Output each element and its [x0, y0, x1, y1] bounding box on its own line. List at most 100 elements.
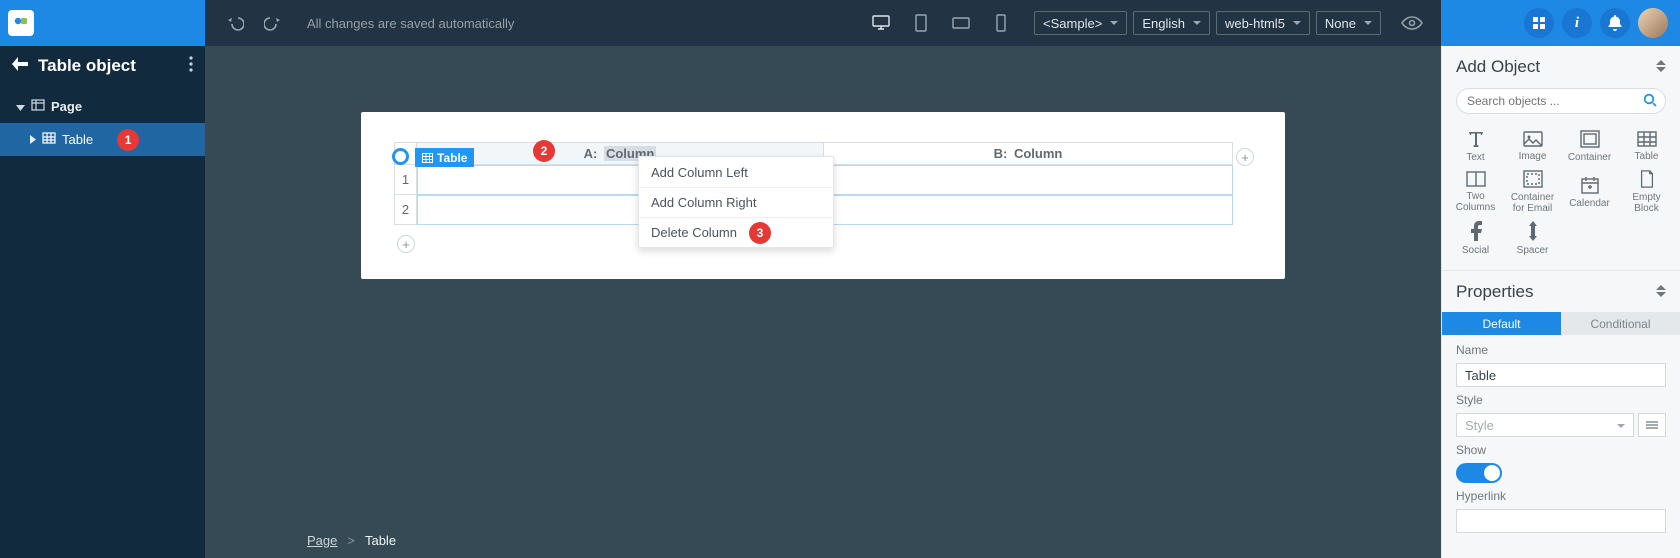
sample-dropdown[interactable]: <Sample>	[1034, 11, 1127, 35]
tab-conditional[interactable]: Conditional	[1561, 312, 1680, 335]
object-two-columns[interactable]: Two Columns	[1448, 170, 1503, 214]
page-canvas[interactable]: Table 2 A: Column B: Col	[361, 112, 1285, 279]
selected-object-tag-label: Table	[437, 151, 467, 165]
object-image-label: Image	[1519, 151, 1547, 162]
row-header-1[interactable]: 1	[395, 165, 417, 195]
topbar: All changes are saved automatically <Sam…	[0, 0, 1680, 46]
prop-name-input[interactable]	[1456, 363, 1666, 387]
sample-dropdown-label: <Sample>	[1043, 16, 1102, 31]
sidebar-title-row: Table object	[0, 46, 205, 86]
object-social-label: Social	[1462, 245, 1489, 256]
prop-name-label: Name	[1456, 343, 1666, 357]
chevron-down-icon	[16, 99, 25, 114]
autosave-status: All changes are saved automatically	[307, 16, 514, 31]
object-search-input[interactable]	[1456, 88, 1666, 114]
app-logo[interactable]	[8, 10, 34, 36]
prop-hyperlink-label: Hyperlink	[1456, 489, 1666, 503]
apps-button[interactable]	[1524, 8, 1554, 38]
search-icon[interactable]	[1643, 93, 1657, 110]
ctx-add-column-left[interactable]: Add Column Left	[639, 157, 833, 187]
caret-down-icon	[1293, 21, 1301, 25]
notifications-button[interactable]	[1600, 8, 1630, 38]
object-image[interactable]: Image	[1505, 124, 1560, 168]
properties-tabs: Default Conditional	[1442, 312, 1680, 335]
annotation-badge-3: 3	[749, 222, 771, 244]
object-spacer[interactable]: Spacer	[1505, 216, 1560, 260]
collapse-add-object-icon[interactable]	[1656, 60, 1666, 74]
prop-style-edit-button[interactable]	[1638, 413, 1666, 437]
object-table[interactable]: Table	[1619, 124, 1674, 168]
prop-show-toggle[interactable]	[1456, 463, 1502, 483]
add-object-header: Add Object	[1442, 46, 1680, 88]
object-container-label: Container	[1568, 152, 1611, 163]
breadcrumb: Page > Table	[307, 533, 396, 548]
canvas-area: Table 2 A: Column B: Col	[205, 46, 1441, 558]
column-b-name: Column	[1014, 146, 1062, 161]
object-empty-block-label: Empty Block	[1619, 192, 1674, 214]
device-desktop-icon[interactable]	[864, 6, 898, 40]
cell-b2[interactable]	[824, 195, 1233, 225]
object-empty-block[interactable]: Empty Block	[1619, 170, 1674, 214]
redo-button[interactable]	[257, 6, 291, 40]
device-tablet-portrait-icon[interactable]	[904, 6, 938, 40]
object-table-label: Table	[1635, 151, 1659, 162]
object-container[interactable]: Container	[1562, 124, 1617, 168]
tree-page-label: Page	[51, 99, 82, 114]
caret-down-icon	[1110, 21, 1118, 25]
extra-dropdown-label: None	[1325, 16, 1356, 31]
topbar-logo-area	[0, 0, 205, 46]
prop-hyperlink-input[interactable]	[1456, 509, 1666, 533]
prop-show-label: Show	[1456, 443, 1666, 457]
object-calendar-label: Calendar	[1569, 198, 1610, 209]
add-column-button[interactable]: +	[1236, 148, 1254, 166]
prop-style-label: Style	[1456, 393, 1666, 407]
prop-style-select[interactable]: Style	[1456, 413, 1634, 437]
selection-handle[interactable]	[392, 148, 409, 165]
preview-button[interactable]	[1395, 6, 1429, 40]
annotation-badge-2: 2	[533, 140, 555, 162]
tab-conditional-label: Conditional	[1590, 317, 1650, 331]
extra-dropdown[interactable]: None	[1316, 11, 1381, 35]
collapse-properties-icon[interactable]	[1656, 285, 1666, 299]
device-phone-icon[interactable]	[984, 6, 1018, 40]
object-calendar[interactable]: Calendar	[1562, 170, 1617, 214]
column-header-b[interactable]: B: Column	[824, 143, 1233, 165]
back-arrow-icon[interactable]	[12, 56, 28, 76]
user-avatar[interactable]	[1638, 8, 1668, 38]
tree-item-page[interactable]: Page	[0, 90, 205, 123]
topbar-actions: i	[1441, 0, 1680, 46]
tab-default[interactable]: Default	[1442, 312, 1561, 335]
ctx-add-column-right[interactable]: Add Column Right	[639, 187, 833, 217]
table-type-icon	[42, 132, 56, 147]
tree-item-table[interactable]: Table 1	[0, 123, 205, 156]
add-row-button[interactable]: +	[397, 235, 415, 253]
page-type-icon	[31, 99, 45, 114]
annotation-badge-1: 1	[117, 129, 139, 151]
caret-down-icon	[1193, 21, 1201, 25]
cell-b1[interactable]	[824, 165, 1233, 195]
object-social[interactable]: Social	[1448, 216, 1503, 260]
selected-object-tag[interactable]: Table	[415, 148, 474, 167]
object-container-email[interactable]: Container for Email	[1505, 170, 1560, 214]
info-button[interactable]: i	[1562, 8, 1592, 38]
ctx-delete-column[interactable]: Delete Column 3	[639, 217, 833, 247]
caret-down-icon	[1617, 424, 1625, 428]
undo-button[interactable]	[217, 6, 251, 40]
object-text[interactable]: Text	[1448, 124, 1503, 168]
language-dropdown[interactable]: English	[1133, 11, 1210, 35]
output-dropdown[interactable]: web-html5	[1216, 11, 1310, 35]
sidebar-more-icon[interactable]	[189, 56, 193, 77]
row-header-2[interactable]: 2	[395, 195, 417, 225]
breadcrumb-current: Table	[365, 533, 396, 548]
object-search-row	[1442, 88, 1680, 120]
prop-style-placeholder: Style	[1465, 418, 1494, 433]
object-palette: Text Image Container Table Two Columns	[1442, 120, 1680, 270]
device-tablet-landscape-icon[interactable]	[944, 6, 978, 40]
ctx-delete-label: Delete Column	[651, 225, 737, 240]
sidebar: Table object Page	[0, 46, 205, 558]
ctx-add-right-label: Add Column Right	[651, 195, 757, 210]
language-dropdown-label: English	[1142, 16, 1185, 31]
output-dropdown-label: web-html5	[1225, 16, 1285, 31]
add-object-title: Add Object	[1456, 57, 1540, 77]
breadcrumb-page[interactable]: Page	[307, 533, 337, 548]
